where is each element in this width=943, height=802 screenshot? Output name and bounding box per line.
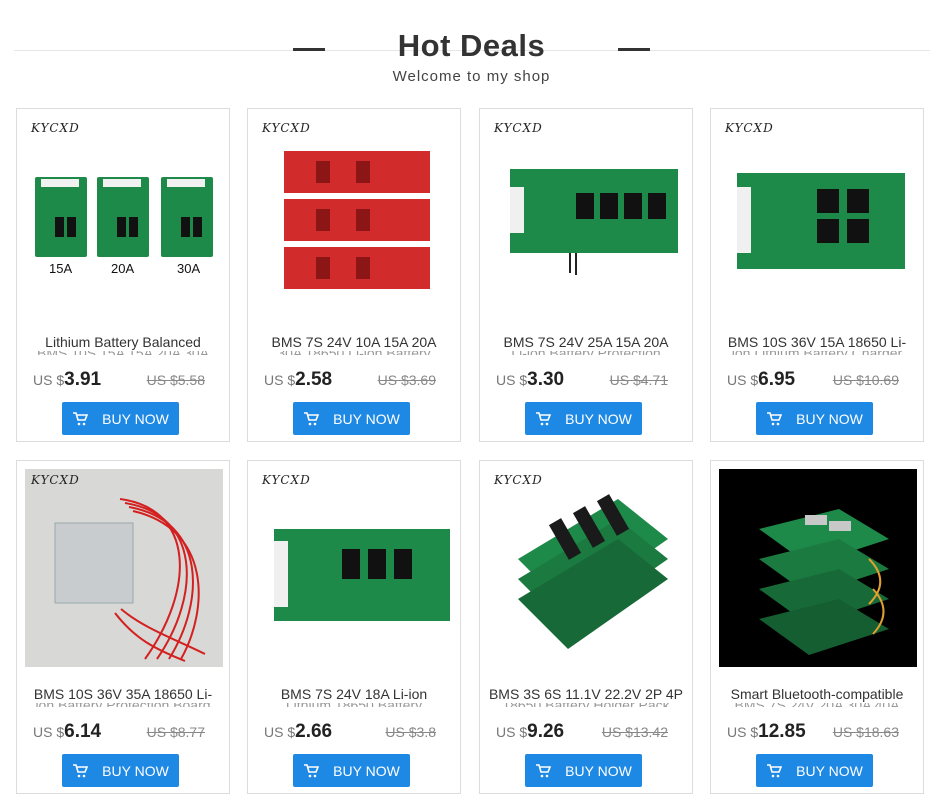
sale-price: 3.30: [527, 369, 565, 390]
currency: US $: [496, 372, 528, 388]
product-image[interactable]: [719, 469, 917, 667]
original-price: US $13.42: [601, 724, 668, 740]
buy-now-button[interactable]: BUY NOW: [62, 402, 179, 435]
product-name[interactable]: BMS 3S 6S 11.1V 22.2V 2P 4P: [486, 685, 686, 703]
product-image[interactable]: [25, 117, 223, 315]
product-image[interactable]: [488, 117, 686, 315]
original-price: US $3.8: [385, 724, 436, 740]
original-price: US $10.69: [832, 372, 899, 388]
sale-price: 12.85: [758, 721, 806, 742]
product-image[interactable]: [488, 469, 686, 667]
brand-logo: KYCXD: [494, 473, 543, 487]
brand-logo: KYCXD: [262, 473, 311, 487]
sale-price: 3.91: [64, 369, 102, 390]
price-row: US $6.95 US $10.69: [727, 369, 917, 391]
original-price: US $8.77: [146, 724, 205, 740]
buy-now-button[interactable]: BUY NOW: [756, 754, 873, 787]
product-card[interactable]: KYCXD BMS 7S 24V 18A Li-ion Lithium 1865…: [247, 460, 461, 794]
cart-icon: [73, 763, 89, 777]
cart-icon: [536, 411, 552, 425]
product-name-overflow: ion Battery Protection Board: [23, 703, 223, 707]
currency: US $: [727, 724, 759, 740]
green-pcb-image: [510, 169, 678, 275]
sale-price: 2.66: [295, 721, 333, 742]
price-row: US $6.14 US $8.77: [33, 721, 223, 743]
product-name[interactable]: BMS 10S 36V 35A 18650 Li-: [23, 685, 223, 703]
product-card[interactable]: KYCXD BMS 7S 24V 25A 15A 20A Li-ion Batt…: [479, 108, 693, 442]
price-row: US $12.85 US $18.63: [727, 721, 917, 743]
section-subtitle: Welcome to my shop: [392, 68, 551, 85]
price-row: US $3.91 US $5.58: [33, 369, 223, 391]
cart-icon: [767, 411, 783, 425]
product-image[interactable]: [719, 117, 917, 315]
brand-logo: KYCXD: [31, 473, 80, 487]
brand-logo: KYCXD: [725, 121, 774, 135]
cart-icon: [73, 411, 89, 425]
cart-icon: [304, 763, 320, 777]
buy-now-button[interactable]: BUY NOW: [293, 402, 410, 435]
buy-now-button[interactable]: BUY NOW: [62, 754, 179, 787]
currency: US $: [496, 724, 528, 740]
price-row: US $3.30 US $4.71: [496, 369, 686, 391]
bms-wires-image: [54, 498, 206, 662]
product-card[interactable]: KYCXD 15A 20A 30A Lithium Battery Balanc…: [16, 108, 230, 442]
currency: US $: [264, 372, 296, 388]
product-name[interactable]: BMS 7S 24V 25A 15A 20A: [486, 333, 686, 351]
product-name[interactable]: Smart Bluetooth-compatible: [717, 685, 917, 703]
currency: US $: [264, 724, 296, 740]
cart-icon: [767, 763, 783, 777]
product-name-overflow: 18650 Battery Holder Pack: [486, 703, 686, 707]
original-price: US $5.58: [146, 372, 205, 388]
product-name[interactable]: BMS 10S 36V 15A 18650 Li-: [717, 333, 917, 351]
buy-now-button[interactable]: BUY NOW: [525, 754, 642, 787]
product-image[interactable]: [256, 469, 454, 667]
product-card[interactable]: KYCXD BMS 10S 36V 35A 18650 Li- ion Batt…: [16, 460, 230, 794]
buy-now-button[interactable]: BUY NOW: [525, 402, 642, 435]
product-name-overflow: Li-ion Battery Protection: [486, 351, 686, 355]
product-card[interactable]: KYCXD BMS 3S 6S 11.1V 22.2V 2P 4P 18650 …: [479, 460, 693, 794]
sale-price: 6.95: [758, 369, 796, 390]
currency: US $: [727, 372, 759, 388]
cart-icon: [536, 763, 552, 777]
section-header: Hot Deals Welcome to my shop: [0, 26, 943, 85]
product-name[interactable]: BMS 7S 24V 18A Li-ion: [254, 685, 454, 703]
section-title: Hot Deals: [397, 28, 546, 63]
green-pcb-image: [274, 529, 450, 621]
price-row: US $2.58 US $3.69: [264, 369, 454, 391]
product-name-overflow: BMS 10S 15A 15A 20A 30A: [23, 351, 223, 355]
price-row: US $9.26 US $13.42: [496, 721, 686, 743]
product-card[interactable]: KYCXD BMS 7S 24V 10A 15A 20A 30A 18650 L…: [247, 108, 461, 442]
green-pcb-image: [737, 173, 905, 269]
currency: US $: [33, 724, 65, 740]
product-image[interactable]: [25, 469, 223, 667]
sale-price: 2.58: [295, 369, 333, 390]
product-name[interactable]: Lithium Battery Balanced: [23, 333, 223, 351]
currency: US $: [33, 372, 65, 388]
product-card[interactable]: KYCXD BMS 10S 36V 15A 18650 Li- ion Lith…: [710, 108, 924, 442]
product-name-overflow: Lithium 18650 Battery: [254, 703, 454, 707]
product-card[interactable]: Smart Bluetooth-compatible BMS 7S 24V 20…: [710, 460, 924, 794]
sale-price: 9.26: [527, 721, 565, 742]
buy-now-button[interactable]: BUY NOW: [293, 754, 410, 787]
product-name-overflow: 30A 18650 Li-ion Battery: [254, 351, 454, 355]
original-price: US $3.69: [377, 372, 436, 388]
product-name[interactable]: BMS 7S 24V 10A 15A 20A: [254, 333, 454, 351]
price-row: US $2.66 US $3.8: [264, 721, 454, 743]
original-price: US $18.63: [832, 724, 899, 740]
battery-holder-image: [518, 494, 668, 649]
product-name-overflow: ion Lithium Battery Charger: [717, 351, 917, 355]
brand-logo: KYCXD: [494, 121, 543, 135]
product-name-overflow: BMS 7S 24V 20A 30A 40A: [717, 703, 917, 707]
original-price: US $4.71: [609, 372, 668, 388]
sale-price: 6.14: [64, 721, 102, 742]
brand-logo: KYCXD: [31, 121, 80, 135]
cart-icon: [304, 411, 320, 425]
stacked-bms-image: [759, 509, 889, 655]
product-image[interactable]: [256, 117, 454, 315]
pcb-trio-image: [35, 177, 213, 257]
brand-logo: KYCXD: [262, 121, 311, 135]
red-pcb-image: [284, 151, 430, 289]
buy-now-button[interactable]: BUY NOW: [756, 402, 873, 435]
